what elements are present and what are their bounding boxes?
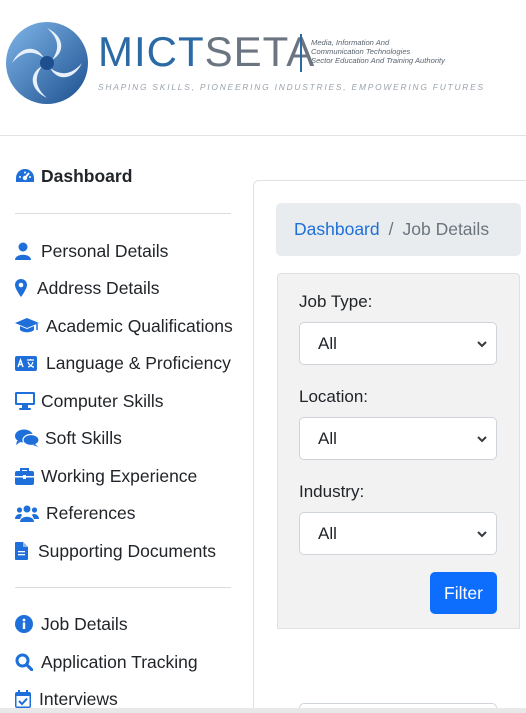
map-pin-icon (15, 278, 33, 298)
sidebar-item-label: Interviews (39, 688, 118, 709)
sidebar-item-supporting-documents[interactable]: Supporting Documents (15, 539, 216, 563)
sidebar-item-label: Job Details (41, 613, 128, 634)
job-type-select-value: All (318, 333, 337, 353)
sidebar-item-address-details[interactable]: Address Details (15, 276, 160, 300)
mictseta-logo-icon[interactable] (4, 20, 90, 106)
filter-button[interactable]: Filter (430, 572, 497, 614)
language-icon (15, 353, 42, 373)
breadcrumb-current: Job Details (402, 219, 490, 239)
comments-icon (15, 428, 41, 448)
sidebar-item-soft-skills[interactable]: Soft Skills (15, 426, 122, 450)
sidebar-item-label: Academic Qualifications (46, 315, 233, 336)
panel-divider (277, 628, 520, 629)
info-circle-icon (15, 614, 37, 634)
sidebar-item-application-tracking[interactable]: Application Tracking (15, 650, 198, 674)
sidebar-item-academic-qualifications[interactable]: Academic Qualifications (15, 314, 233, 338)
sidebar-item-dashboard[interactable]: Dashboard (15, 164, 132, 188)
sidebar-item-job-details[interactable]: Job Details (15, 612, 128, 636)
brand-subtitle-line: Media, Information And (311, 38, 390, 47)
brand-subtitle-line: Sector Education And Training Authority (311, 56, 445, 65)
speedometer-icon (15, 166, 37, 186)
horizontal-scrollbar[interactable] (0, 708, 526, 713)
sidebar-item-personal-details[interactable]: Personal Details (15, 239, 168, 263)
briefcase-icon (15, 466, 37, 486)
brand-subtitle: Media, Information And Communication Tec… (311, 38, 511, 65)
site-header: MICTSETA Media, Information And Communic… (0, 0, 526, 136)
sidebar-item-working-experience[interactable]: Working Experience (15, 464, 197, 488)
industry-select[interactable]: All (299, 512, 497, 555)
sidebar-item-label: Personal Details (41, 240, 169, 261)
user-icon (15, 241, 37, 261)
brand-part2: SETA (204, 28, 316, 75)
desktop-icon (15, 391, 37, 411)
breadcrumb: Dashboard / Job Details (276, 203, 521, 256)
document-icon (15, 541, 34, 561)
sidebar-item-language-proficiency[interactable]: Language & Proficiency (15, 351, 231, 375)
sidebar-item-label: Supporting Documents (38, 540, 217, 561)
brand-divider (300, 34, 302, 72)
chevron-down-icon (477, 341, 487, 348)
industry-select-value: All (318, 523, 337, 543)
sidebar-divider (15, 587, 231, 588)
location-select-value: All (318, 428, 337, 448)
sidebar-item-label: Computer Skills (41, 390, 164, 411)
brand-part1: MICT (98, 28, 205, 75)
sidebar-item-label: Language & Proficiency (46, 352, 231, 373)
users-icon (15, 503, 42, 523)
sidebar-divider (15, 213, 231, 214)
location-select[interactable]: All (299, 417, 497, 460)
graduation-cap-icon (15, 316, 42, 336)
sidebar-item-label: Application Tracking (41, 651, 198, 672)
sidebar-item-label: Address Details (37, 277, 160, 298)
brand-subtitle-line: Communication Technologies (311, 47, 411, 56)
brand-tagline: SHAPING SKILLS, PIONEERING INDUSTRIES, E… (98, 82, 485, 92)
location-label: Location: (299, 387, 368, 406)
job-type-select[interactable]: All (299, 322, 497, 365)
sidebar-item-references[interactable]: References (15, 501, 136, 525)
job-type-label: Job Type: (299, 292, 373, 311)
calendar-check-icon (15, 689, 35, 709)
chevron-down-icon (477, 436, 487, 443)
sidebar-item-label: References (46, 502, 136, 523)
search-icon (15, 652, 37, 672)
breadcrumb-link-dashboard[interactable]: Dashboard (294, 219, 380, 240)
industry-label: Industry: (299, 482, 365, 501)
chevron-down-icon (477, 531, 487, 538)
sidebar-item-computer-skills[interactable]: Computer Skills (15, 389, 164, 413)
sidebar-item-label: Working Experience (41, 465, 198, 486)
breadcrumb-separator: / (388, 219, 394, 239)
sidebar-item-label: Soft Skills (45, 427, 122, 448)
brand-wordmark: MICTSETA (98, 30, 315, 74)
sidebar-item-label: Dashboard (41, 165, 133, 186)
